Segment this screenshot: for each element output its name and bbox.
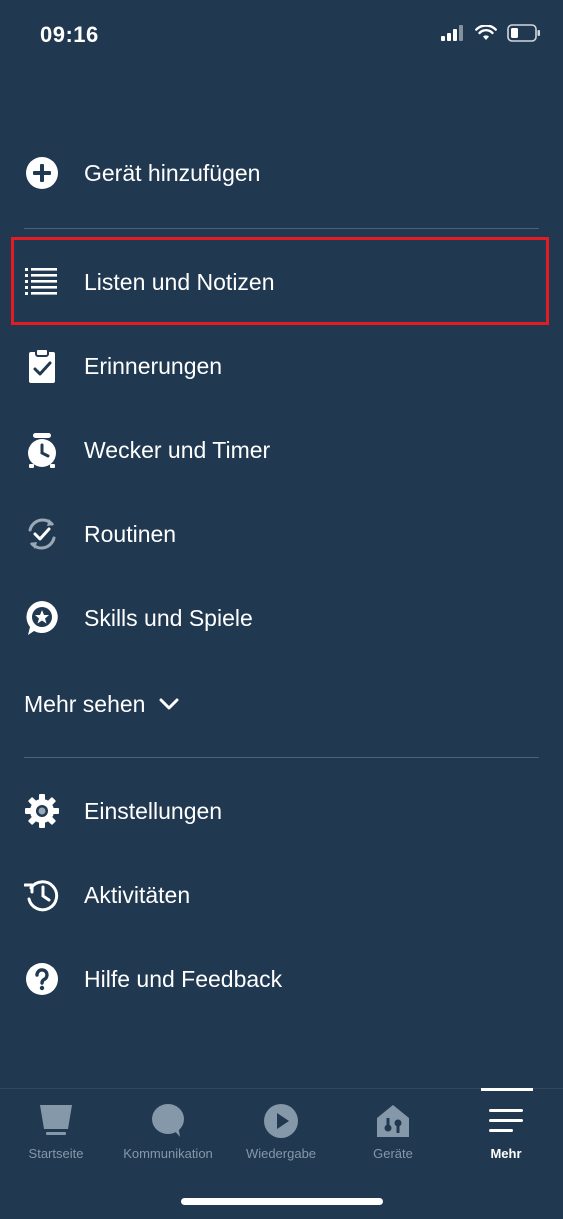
menu-item-lists-notes[interactable]: Listen und Notizen: [0, 252, 563, 312]
tab-devices[interactable]: Geräte: [337, 1089, 449, 1169]
divider: [24, 228, 539, 229]
menu-item-alarms-timers[interactable]: Wecker und Timer: [0, 420, 563, 480]
tab-label: Geräte: [373, 1146, 413, 1161]
clipboard-check-icon: [24, 348, 60, 384]
tab-label: Wiedergabe: [245, 1146, 317, 1161]
tab-playback[interactable]: Wiedergabe: [225, 1089, 337, 1169]
menu-item-label: Gerät hinzufügen: [84, 159, 261, 186]
tab-label: Mehr: [490, 1146, 522, 1161]
devices-icon: [375, 1103, 411, 1139]
menu-item-label: Routinen: [84, 520, 177, 547]
menu-item-activity[interactable]: Aktivitäten: [0, 865, 563, 925]
divider: [24, 757, 539, 758]
tab-label: Startseite: [28, 1146, 84, 1161]
menu-item-label: Wecker und Timer: [84, 436, 271, 463]
menu-icon: [488, 1103, 524, 1139]
signal-icon: [441, 25, 463, 41]
status-icons: [441, 24, 541, 42]
home-indicator: [181, 1198, 383, 1205]
menu-item-skills-games[interactable]: Skills und Spiele: [0, 588, 563, 648]
menu-item-reminders[interactable]: Erinnerungen: [0, 336, 563, 396]
chevron-down-icon: [159, 698, 179, 710]
menu-item-label: Skills und Spiele: [84, 604, 253, 631]
menu-item-label: Erinnerungen: [84, 352, 223, 379]
tab-label: Kommunikation: [123, 1146, 213, 1161]
status-bar: 09:16: [0, 0, 563, 70]
plus-circle-icon: [24, 155, 60, 191]
menu-item-label: Aktivitäten: [84, 881, 191, 908]
tab-home[interactable]: Startseite: [0, 1089, 112, 1169]
home-icon: [38, 1103, 74, 1139]
menu-item-help-feedback[interactable]: Hilfe und Feedback: [0, 949, 563, 1009]
menu-item-routines[interactable]: Routinen: [0, 504, 563, 564]
see-more-label: Mehr sehen: [24, 690, 146, 717]
battery-icon: [507, 24, 540, 42]
menu-item-label: Einstellungen: [84, 797, 223, 824]
list-icon: [24, 264, 60, 300]
gear-icon: [24, 793, 60, 829]
chat-icon: [150, 1103, 186, 1139]
help-icon: [24, 961, 60, 997]
menu-item-settings[interactable]: Einstellungen: [0, 781, 563, 841]
status-time: 09:16: [40, 22, 99, 47]
see-more-button[interactable]: Mehr sehen: [24, 682, 179, 726]
menu-item-add-device[interactable]: Gerät hinzufügen: [0, 143, 563, 203]
menu-item-label: Listen und Notizen: [84, 268, 275, 295]
alarm-clock-icon: [24, 432, 60, 468]
wifi-icon: [475, 25, 497, 40]
tab-communication[interactable]: Kommunikation: [112, 1089, 224, 1169]
skills-icon: [24, 600, 60, 636]
history-icon: [24, 877, 60, 913]
routine-icon: [24, 516, 60, 552]
play-icon: [263, 1103, 299, 1139]
tab-more[interactable]: Mehr: [450, 1089, 562, 1169]
menu-item-label: Hilfe und Feedback: [84, 965, 283, 992]
